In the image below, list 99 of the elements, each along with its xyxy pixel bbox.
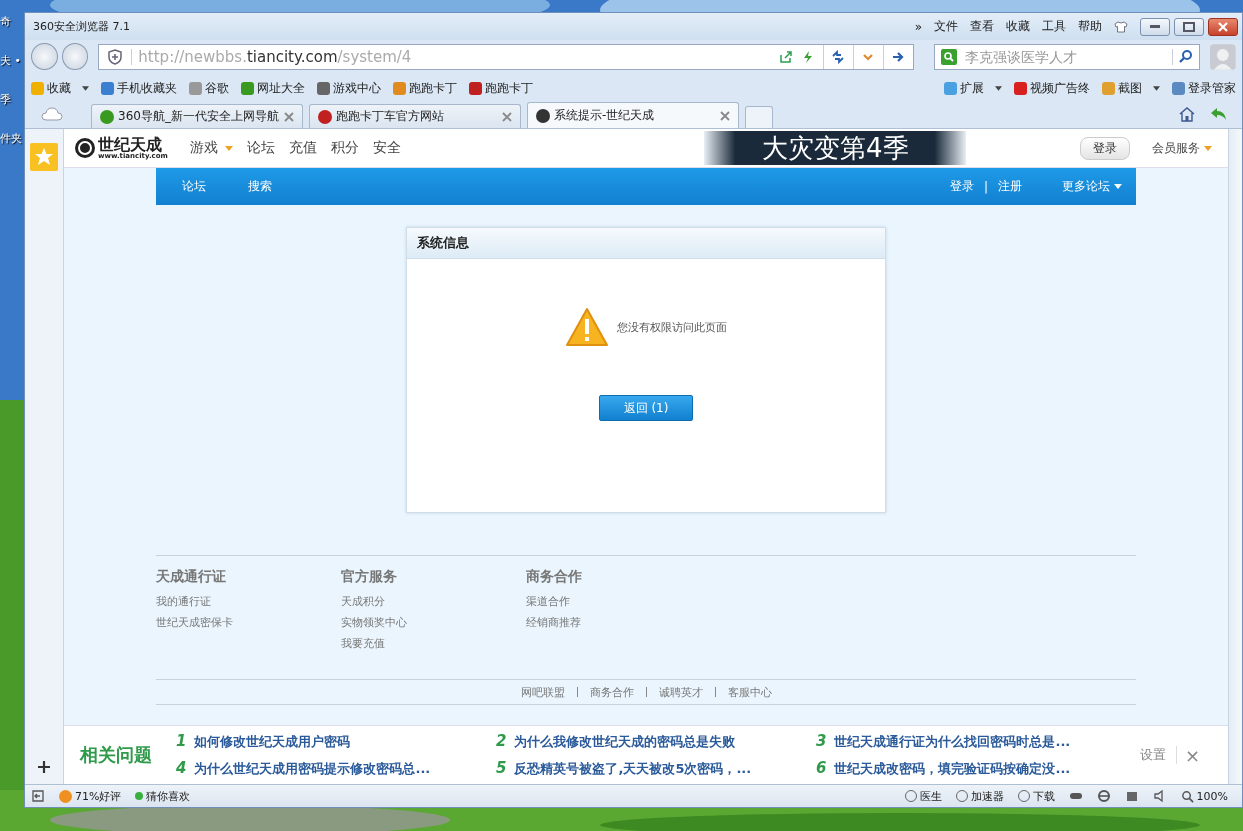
related-title: 相关问题	[80, 743, 153, 767]
add-icon[interactable]	[37, 760, 51, 774]
caret-icon	[1114, 184, 1122, 189]
footer-link[interactable]: 天成积分	[341, 594, 526, 609]
site-nav-item[interactable]: 安全	[372, 139, 401, 157]
shirt-icon[interactable]	[1114, 20, 1128, 33]
desktop-icon-label: 件夹	[0, 131, 22, 146]
site-nav-item[interactable]: 积分	[330, 139, 359, 157]
forward-button[interactable]	[61, 43, 89, 70]
footer-heading: 天成通行证	[156, 568, 227, 586]
menu-item[interactable]: 文件	[934, 18, 958, 35]
minimize-button[interactable]	[1140, 17, 1170, 36]
window-title: 360安全浏览器 7.1	[33, 19, 130, 34]
extension-item[interactable]: 扩展	[944, 79, 1002, 97]
close-button[interactable]: ×	[1185, 744, 1201, 766]
menu-item[interactable]: 收藏	[1006, 18, 1030, 35]
caret-icon	[1204, 145, 1212, 151]
close-tab-icon[interactable]	[720, 110, 730, 121]
status-tool[interactable]: 加速器	[955, 788, 1004, 804]
member-service-link[interactable]: 会员服务	[1152, 139, 1212, 157]
bookmark-item[interactable]: 手机收藏夹	[101, 79, 177, 97]
register-link[interactable]: 注册	[998, 178, 1022, 195]
bookmark-item[interactable]: 谷歌	[189, 79, 229, 97]
status-tool[interactable]: 下载	[1017, 788, 1055, 804]
scrollbar[interactable]	[1228, 129, 1242, 784]
forum-nav-link[interactable]: 论坛	[182, 178, 206, 195]
footer-link[interactable]: 渠道合作	[526, 594, 711, 609]
magnifier-icon	[1180, 789, 1194, 803]
share-icon[interactable]	[778, 49, 793, 64]
panel-title: 系统信息	[417, 234, 469, 252]
extension-item[interactable]: 截图	[1102, 79, 1160, 97]
site-nav-item[interactable]: 论坛	[246, 139, 275, 157]
close-tab-icon[interactable]	[284, 111, 294, 122]
footer-link[interactable]: 实物领奖中心	[341, 615, 526, 630]
related-question-link[interactable]: 2 为什么我修改世纪天成的密码总是失败	[496, 732, 816, 751]
bookmark-item[interactable]: 游戏中心	[317, 79, 381, 97]
menu-item[interactable]: 工具	[1042, 18, 1066, 35]
related-question-link[interactable]: 1 如何修改世纪天成用户密码	[176, 732, 496, 751]
related-question-link[interactable]: 3 世纪天成通行证为什么找回密码时总是...	[816, 732, 1126, 751]
footer-link[interactable]: 我要充值	[341, 636, 526, 651]
undo-arrow-icon[interactable]	[1210, 106, 1228, 122]
rating-label[interactable]: 71%好评	[59, 788, 122, 804]
related-question-link[interactable]: 5 反恐精英号被盗了,天天被改5次密码，...	[496, 759, 816, 778]
warning-icon	[565, 307, 609, 347]
bookmark-item[interactable]: 跑跑卡丁	[469, 79, 533, 97]
exit-icon[interactable]	[31, 789, 45, 803]
back-button[interactable]	[31, 43, 58, 70]
search-field[interactable]: 李克强谈医学人才	[933, 43, 1201, 70]
login-link[interactable]: 登录	[949, 178, 974, 195]
footer-link[interactable]: 客服中心	[727, 684, 772, 700]
site-nav-item[interactable]: 游戏	[189, 139, 233, 157]
desktop-icon-label: 奇	[0, 14, 12, 29]
menu-item[interactable]: 查看	[970, 18, 994, 35]
footer-heading: 商务合作	[526, 568, 583, 586]
footer-link[interactable]: 网吧联盟	[520, 684, 565, 700]
menu-item[interactable]: »	[914, 19, 922, 34]
site-nav-item[interactable]: 充值	[288, 139, 317, 157]
logo-icon	[74, 137, 96, 159]
caret-icon[interactable]	[1153, 85, 1160, 91]
desktop-icon-label: 夫 •	[0, 53, 22, 68]
footer-link[interactable]: 世纪天成密保卡	[156, 615, 341, 630]
close-icon	[1218, 21, 1228, 32]
more-forums-menu[interactable]: 更多论坛	[1062, 178, 1122, 195]
menu-item[interactable]: 帮助	[1078, 18, 1102, 35]
extension-item[interactable]: 登录管家	[1172, 79, 1236, 97]
close-tab-icon[interactable]	[502, 111, 512, 122]
search-engine-icon[interactable]	[940, 48, 957, 65]
footer-heading: 官方服务	[341, 568, 398, 586]
recommend-label[interactable]: 猜你喜欢	[135, 788, 191, 804]
caret-icon[interactable]	[82, 85, 89, 91]
browser-tab[interactable]: 跑跑卡丁车官方网站	[309, 104, 521, 128]
game-banner[interactable]: 大灾变第4季	[704, 131, 967, 165]
login-button[interactable]: 登录	[1080, 136, 1130, 160]
extension-item[interactable]: 视频广告终	[1014, 79, 1090, 97]
bookmark-item[interactable]: 跑跑卡丁	[393, 79, 457, 97]
settings-link[interactable]: 设置	[1140, 746, 1177, 764]
related-question-link[interactable]: 6 世纪天成改密码，填完验证码按确定没...	[816, 759, 1126, 778]
caret-icon[interactable]	[995, 85, 1002, 91]
bookmark-item[interactable]: 收藏	[31, 79, 89, 97]
browser-tab[interactable]: 360导航_新一代安全上网导航	[91, 104, 303, 128]
home-icon[interactable]	[1178, 106, 1196, 122]
footer-link[interactable]: 我的通行证	[156, 594, 341, 609]
site-logo[interactable]: 世纪天成	[98, 136, 168, 153]
footer-link[interactable]: 商务合作	[589, 684, 634, 700]
maximize-button[interactable]	[1174, 17, 1204, 36]
browser-tab[interactable]: 系统提示-世纪天成	[527, 102, 739, 128]
desktop-icon-label: 季	[0, 92, 12, 107]
address-field[interactable]: http://newbbs.tiancity.com/system/4	[98, 43, 914, 70]
related-question-link[interactable]: 4 为什么世纪天成用密码提示修改密码总...	[176, 759, 496, 778]
error-message: 您没有权限访问此页面	[617, 319, 727, 335]
cloud-icon[interactable]	[41, 107, 63, 121]
bookmark-item[interactable]: 网址大全	[241, 79, 305, 97]
separator: |	[983, 179, 988, 194]
status-tool[interactable]: 医生	[904, 788, 942, 804]
footer-link[interactable]: 经销商推荐	[526, 615, 711, 630]
zoom-level[interactable]: 100%	[1180, 789, 1228, 803]
close-button[interactable]	[1208, 17, 1238, 36]
footer-link[interactable]: 诚聘英才	[658, 684, 703, 700]
forum-nav-link[interactable]: 搜索	[248, 178, 272, 195]
